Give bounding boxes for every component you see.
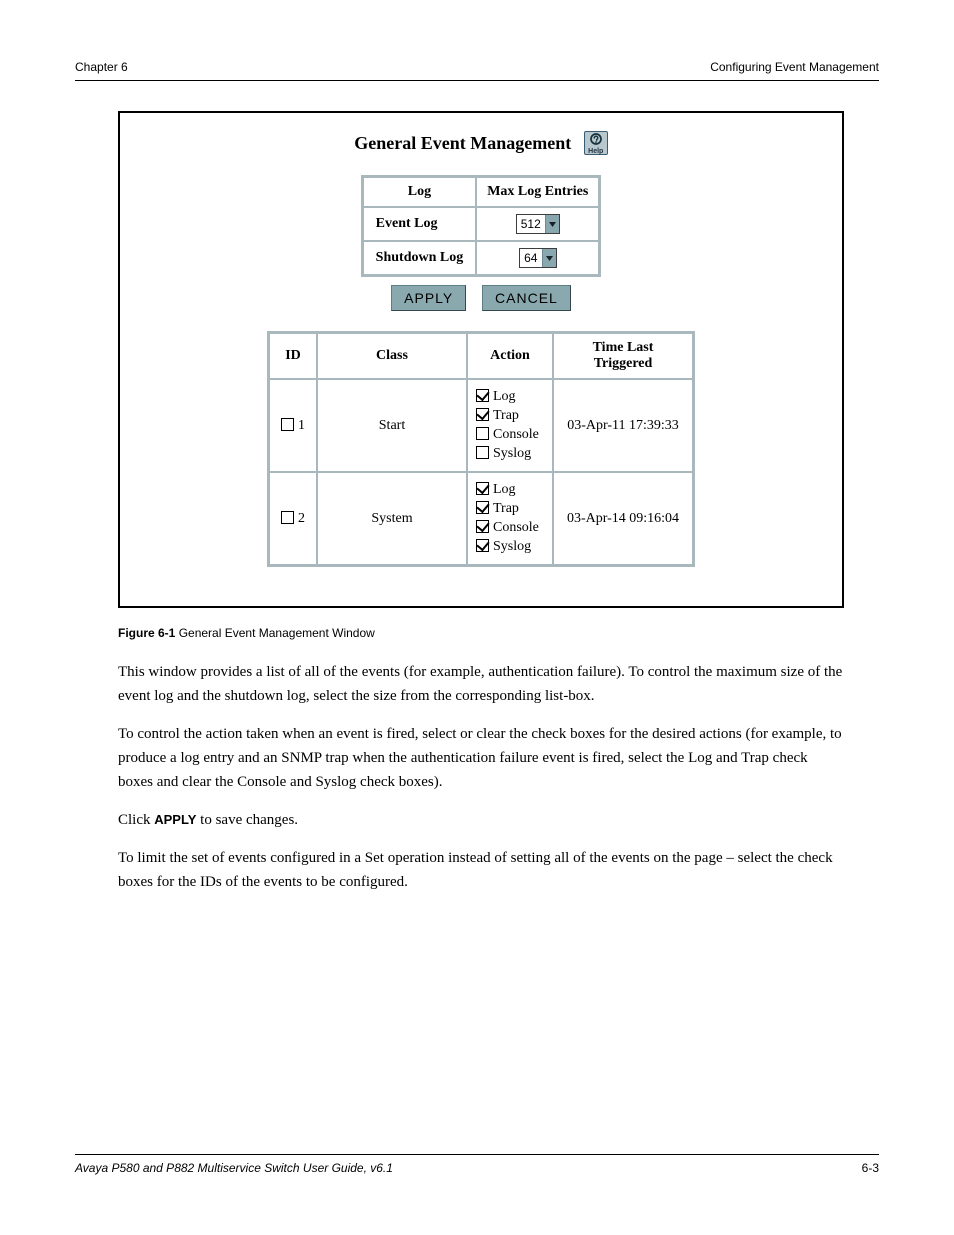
shutdown-log-value: 64 [520,250,542,266]
page-footer: Avaya P580 and P882 Multiservice Switch … [75,1154,879,1175]
apply-button[interactable]: APPLY [391,285,466,311]
row-2-class: System [317,472,467,565]
panel-title: General Event Management [354,133,571,153]
col-class: Class [317,333,467,379]
chevron-down-icon [542,249,556,267]
cancel-button[interactable]: CANCEL [482,285,571,311]
row-1-id: 1 [298,418,305,433]
col-time: Time Last Triggered [553,333,693,379]
panel-title-row: General Event Management Help [120,131,842,155]
row-event-log-label: Event Log [363,207,477,241]
row-1-trap-checkbox[interactable] [476,408,489,421]
row-2-id: 2 [298,511,305,526]
row-1-syslog-checkbox[interactable] [476,446,489,459]
chevron-down-icon [545,215,559,233]
help-icon [589,133,603,147]
page-number: 6-3 [862,1161,879,1175]
row-2-time: 03-Apr-14 09:16:04 [553,472,693,565]
col-log: Log [363,177,477,207]
section-label: Configuring Event Management [710,60,879,74]
row-2-syslog-checkbox[interactable] [476,539,489,552]
row-2-trap-checkbox[interactable] [476,501,489,514]
event-log-value: 512 [517,216,545,232]
row-1-log-checkbox[interactable] [476,389,489,402]
page-header: Chapter 6 Configuring Event Management [75,60,879,81]
shutdown-log-select[interactable]: 64 [519,248,557,268]
row-1-time: 03-Apr-11 17:39:33 [553,379,693,472]
description-text: This window provides a list of all of th… [118,660,844,894]
row-shutdown-log-label: Shutdown Log [363,241,477,275]
col-max-entries: Max Log Entries [476,177,599,207]
col-id: ID [269,333,317,379]
table-row: 2 System Log Trap Console Syslog 03-Apr-… [269,472,693,565]
event-table: ID Class Action Time Last Triggered 1 St… [267,331,695,567]
help-button[interactable]: Help [584,131,608,155]
general-event-management-panel: General Event Management Help Log Max Lo… [118,111,844,608]
manual-title: Avaya P580 and P882 Multiservice Switch … [75,1161,393,1175]
figure-caption: Figure 6-1 General Event Management Wind… [118,626,844,640]
table-row: 1 Start Log Trap Console Syslog 03-Apr-1… [269,379,693,472]
row-1-checkbox[interactable] [281,418,294,431]
row-2-checkbox[interactable] [281,511,294,524]
event-log-select[interactable]: 512 [516,214,560,234]
help-label: Help [585,148,607,155]
col-action: Action [467,333,553,379]
log-settings-table: Log Max Log Entries Event Log 512 Shutdo… [361,175,602,277]
chapter-label: Chapter 6 [75,60,128,74]
row-1-class: Start [317,379,467,472]
row-1-console-checkbox[interactable] [476,427,489,440]
row-2-log-checkbox[interactable] [476,482,489,495]
row-2-console-checkbox[interactable] [476,520,489,533]
button-row: APPLY CANCEL [120,285,842,311]
